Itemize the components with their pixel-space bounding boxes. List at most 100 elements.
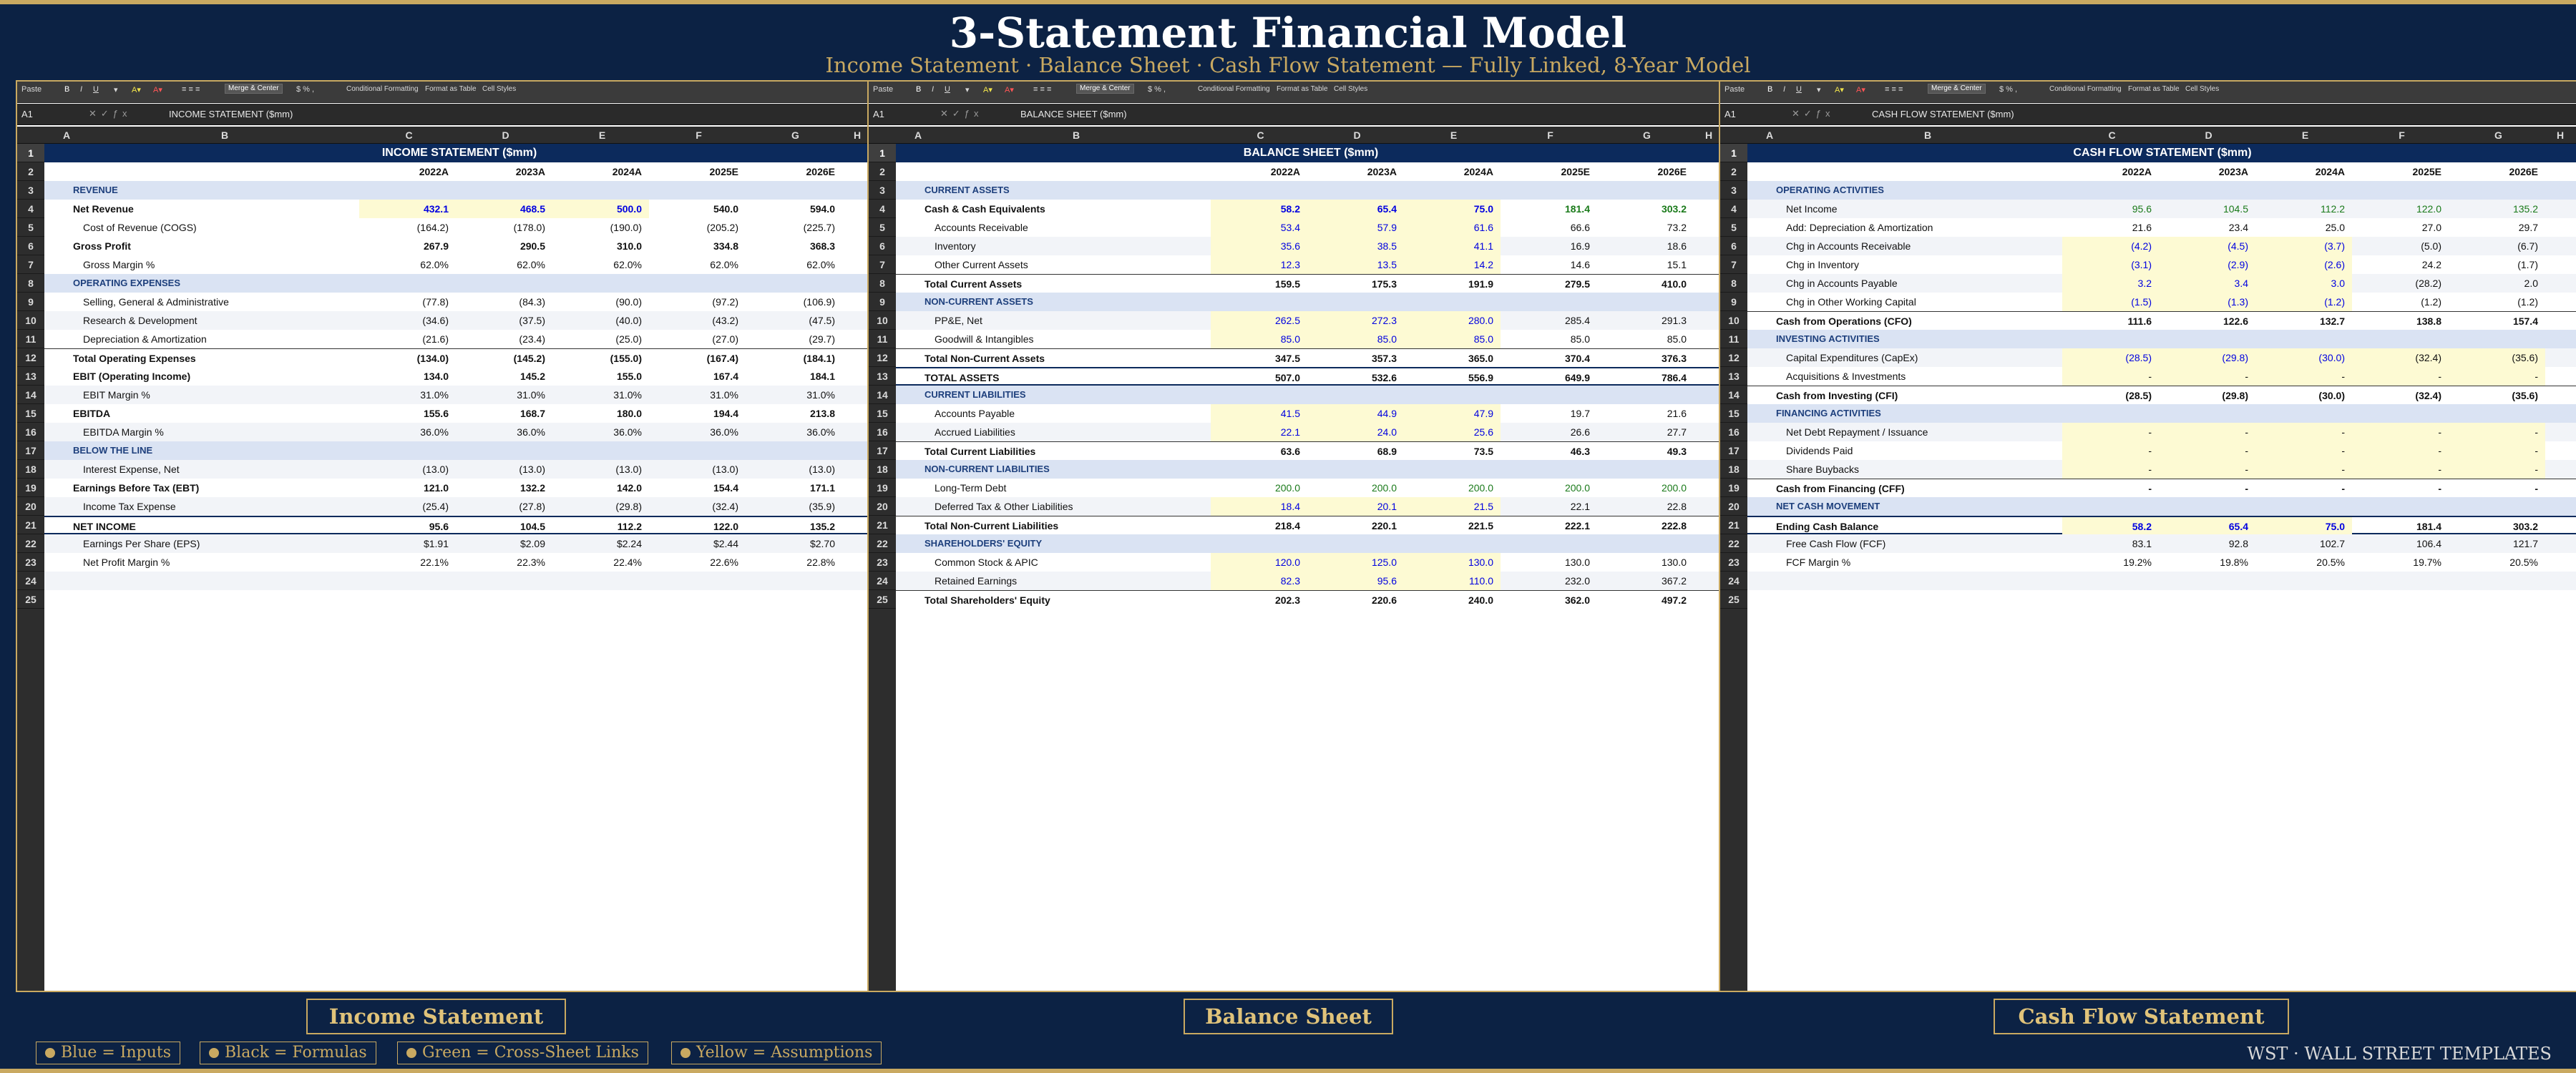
value-cell[interactable]: 181.4 bbox=[1501, 200, 1597, 218]
value-cell[interactable]: 58.2 bbox=[1211, 200, 1307, 218]
value-cell[interactable]: 29.7 bbox=[2449, 218, 2545, 237]
italic-button[interactable]: I bbox=[80, 85, 82, 94]
year-header[interactable]: 2025E bbox=[1501, 162, 1597, 181]
value-cell[interactable]: 121.0 bbox=[359, 479, 456, 497]
merge-center-button[interactable]: Merge & Center bbox=[1928, 84, 1986, 94]
row-number[interactable]: 3 bbox=[17, 181, 44, 200]
font-color-icon[interactable]: A▾ bbox=[1005, 85, 1014, 94]
value-cell[interactable]: 18.4 bbox=[1211, 497, 1307, 516]
column-header-d[interactable]: D bbox=[457, 127, 554, 144]
value-cell[interactable]: 111.6 bbox=[2062, 312, 2159, 330]
value-cell[interactable]: 213.8 bbox=[746, 404, 842, 423]
value-cell[interactable]: (28.5) bbox=[2062, 386, 2159, 405]
value-cell[interactable]: (1.2) bbox=[2352, 293, 2449, 311]
value-cell[interactable]: - bbox=[2159, 423, 2255, 441]
row-label[interactable]: Chg in Accounts Payable bbox=[1786, 274, 2101, 293]
number-format-icon[interactable]: $ % , bbox=[1999, 85, 2017, 94]
value-cell[interactable]: 13.5 bbox=[1307, 255, 1404, 274]
align-icon[interactable]: ≡ ≡ ≡ bbox=[1033, 85, 1051, 94]
value-cell[interactable]: - bbox=[2352, 460, 2449, 479]
row-label[interactable]: NET INCOME bbox=[73, 517, 388, 536]
value-cell[interactable]: 14.2 bbox=[1404, 255, 1501, 274]
value-cell[interactable]: (28.5) bbox=[2062, 348, 2159, 367]
row-label[interactable]: Dividends Paid bbox=[1786, 441, 2101, 460]
row-number[interactable]: 24 bbox=[1720, 572, 1747, 590]
year-header[interactable]: 2024A bbox=[552, 162, 649, 181]
row-label[interactable]: Net Income bbox=[1786, 200, 2101, 218]
value-cell[interactable]: 334.8 bbox=[649, 237, 746, 255]
row-number[interactable]: 2 bbox=[17, 162, 44, 181]
value-cell[interactable]: 135.2 bbox=[746, 517, 842, 536]
row-label[interactable]: FINANCING ACTIVITIES bbox=[1776, 404, 2091, 423]
row-label[interactable]: Interest Expense, Net bbox=[83, 460, 398, 479]
year-header[interactable]: 2024A bbox=[2255, 162, 2352, 181]
value-cell[interactable]: (90.0) bbox=[552, 293, 649, 311]
value-cell[interactable]: 62.0% bbox=[552, 255, 649, 274]
value-cell[interactable]: - bbox=[2159, 367, 2255, 386]
column-header-c[interactable]: C bbox=[361, 127, 457, 144]
row-number[interactable]: 22 bbox=[869, 534, 896, 553]
row-number[interactable]: 20 bbox=[869, 497, 896, 516]
row-label[interactable]: Total Operating Expenses bbox=[73, 349, 388, 368]
value-cell[interactable]: 85.0 bbox=[1211, 330, 1307, 348]
row-number[interactable]: 5 bbox=[869, 218, 896, 237]
value-cell[interactable]: 155.6 bbox=[359, 404, 456, 423]
row-label[interactable]: Share Buybacks bbox=[1786, 460, 2101, 479]
value-cell[interactable]: (84.3) bbox=[456, 293, 552, 311]
value-cell[interactable]: 63.6 bbox=[1211, 442, 1307, 461]
value-cell[interactable]: 12.3 bbox=[1211, 255, 1307, 274]
value-cell[interactable]: 46.3 bbox=[1501, 442, 1597, 461]
highlight-icon[interactable]: A▾ bbox=[983, 85, 992, 94]
value-cell[interactable]: (3.1) bbox=[2062, 255, 2159, 274]
row-label[interactable]: FCF Margin % bbox=[1786, 553, 2101, 572]
year-header[interactable]: 2025E bbox=[2352, 162, 2449, 181]
underline-button[interactable]: U bbox=[1796, 85, 1802, 94]
value-cell[interactable]: (2.9) bbox=[2159, 255, 2255, 274]
value-cell[interactable]: 556.9 bbox=[1404, 368, 1501, 387]
value-cell[interactable]: (32.4) bbox=[2352, 348, 2449, 367]
value-cell[interactable]: (21.6) bbox=[359, 330, 456, 348]
row-number[interactable]: 15 bbox=[17, 404, 44, 423]
value-cell[interactable]: 121.7 bbox=[2449, 534, 2545, 553]
value-cell[interactable]: 155.0 bbox=[552, 367, 649, 386]
year-header[interactable]: 2022A bbox=[359, 162, 456, 181]
value-cell[interactable]: 106.4 bbox=[2352, 534, 2449, 553]
value-cell[interactable]: - bbox=[2159, 460, 2255, 479]
row-number[interactable]: 11 bbox=[17, 330, 44, 348]
year-header[interactable]: 2022A bbox=[1211, 162, 1307, 181]
fill-color-icon[interactable]: ▾ bbox=[1817, 85, 1821, 94]
row-number[interactable]: 8 bbox=[869, 274, 896, 293]
value-cell[interactable]: (106.9) bbox=[746, 293, 842, 311]
row-label[interactable]: Free Cash Flow (FCF) bbox=[1786, 534, 2101, 553]
value-cell[interactable]: 157.4 bbox=[2449, 312, 2545, 330]
row-number[interactable]: 23 bbox=[1720, 553, 1747, 572]
value-cell[interactable]: 61.6 bbox=[1404, 218, 1501, 237]
value-cell[interactable]: 31.0% bbox=[746, 386, 842, 404]
value-cell[interactable]: (29.8) bbox=[552, 497, 649, 516]
value-cell[interactable]: 16.9 bbox=[1501, 237, 1597, 255]
value-cell[interactable]: 367.2 bbox=[1597, 572, 1694, 590]
value-cell[interactable]: 202.3 bbox=[1211, 591, 1307, 609]
value-cell[interactable]: 36.0% bbox=[456, 423, 552, 441]
row-label[interactable]: Research & Development bbox=[83, 311, 398, 330]
value-cell[interactable]: 92.8 bbox=[2159, 534, 2255, 553]
row-number[interactable]: 21 bbox=[1720, 516, 1747, 534]
value-cell[interactable]: 38.5 bbox=[1307, 237, 1404, 255]
row-number[interactable]: 20 bbox=[17, 497, 44, 516]
value-cell[interactable]: 194.4 bbox=[649, 404, 746, 423]
value-cell[interactable]: (34.6) bbox=[359, 311, 456, 330]
row-number[interactable]: 12 bbox=[17, 348, 44, 367]
value-cell[interactable]: 20.5% bbox=[2255, 553, 2352, 572]
value-cell[interactable]: 104.5 bbox=[456, 517, 552, 536]
value-cell[interactable]: 362.0 bbox=[1501, 591, 1597, 609]
value-cell[interactable]: 20.5% bbox=[2449, 553, 2545, 572]
row-label[interactable]: Total Non-Current Assets bbox=[924, 349, 1239, 368]
value-cell[interactable]: 122.6 bbox=[2159, 312, 2255, 330]
row-label[interactable]: Retained Earnings bbox=[935, 572, 1249, 590]
value-cell[interactable]: 500.0 bbox=[552, 200, 649, 218]
value-cell[interactable]: (13.0) bbox=[649, 460, 746, 479]
value-cell[interactable]: 19.2% bbox=[2062, 553, 2159, 572]
value-cell[interactable]: 73.5 bbox=[1404, 442, 1501, 461]
sheet-title[interactable]: CASH FLOW STATEMENT ($mm) bbox=[1747, 144, 2576, 162]
value-cell[interactable]: 347.5 bbox=[1211, 349, 1307, 368]
